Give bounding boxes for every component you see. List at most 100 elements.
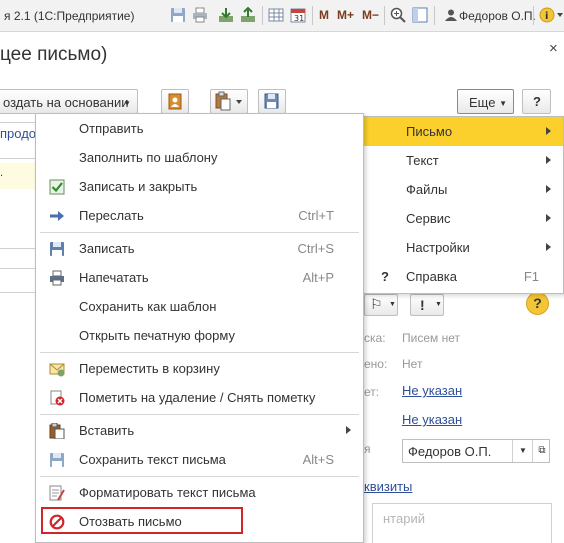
menu-item-label: Отправить	[79, 121, 144, 136]
upload-icon[interactable]	[240, 6, 256, 23]
table-icon[interactable]	[268, 7, 284, 23]
save-icon[interactable]	[170, 7, 186, 23]
paste-icon	[215, 91, 242, 111]
menu-item-save-template[interactable]: Сохранить как шаблон	[36, 292, 363, 321]
menu-item-mark-delete[interactable]: Пометить на удаление / Снять пометку	[36, 383, 363, 412]
menu-item-label: Записать	[79, 241, 135, 256]
menu-item-send[interactable]: Отправить	[36, 114, 363, 143]
svg-text:31: 31	[294, 14, 304, 23]
row-text: .	[0, 167, 4, 179]
toolbar-divider	[312, 6, 313, 25]
field-link[interactable]: Не указан	[402, 383, 462, 398]
help-circle-icon[interactable]: ?	[526, 292, 549, 315]
paste-dropdown-button[interactable]	[210, 89, 248, 114]
address-book-icon	[168, 93, 182, 110]
menu-item-move-trash[interactable]: Переместить в корзину	[36, 354, 363, 383]
menu-item-label: Записать и закрыть	[79, 179, 198, 194]
calendar-icon[interactable]: 31	[290, 7, 306, 23]
chevron-down-icon: ▼	[123, 99, 131, 108]
current-user[interactable]: Федоров О.П.	[459, 9, 536, 23]
author-field[interactable]: Федоров О.П. ▼ ⧉	[402, 439, 550, 463]
field-link[interactable]: Не указан	[402, 412, 462, 427]
open-icon[interactable]: ⧉	[532, 440, 551, 462]
shortcut: F1	[523, 269, 539, 284]
menu-item-label: Пометить на удаление / Снять пометку	[79, 390, 316, 405]
category-text[interactable]: Текст	[363, 146, 563, 175]
menu-item-paste[interactable]: Вставить	[36, 416, 363, 445]
address-book-button[interactable]	[161, 89, 189, 114]
category-service[interactable]: Сервис	[363, 204, 563, 233]
chevron-down-icon[interactable]: ▼	[512, 440, 533, 462]
info-icon[interactable]: i	[539, 7, 555, 23]
menu-item-save[interactable]: Записать Ctrl+S	[36, 234, 363, 263]
create-based-on-button[interactable]: оздать на основании ▼	[0, 89, 138, 114]
window-title: я 2.1 (1С:Предприятие)	[4, 9, 135, 23]
submenu-arrow-icon	[546, 214, 551, 222]
chevron-down-icon: ▼	[389, 301, 396, 308]
category-label: Настройки	[406, 240, 470, 255]
field-value: Писем нет	[402, 331, 460, 345]
category-label: Сервис	[406, 211, 451, 226]
menu-item-format-text[interactable]: Форматировать текст письма	[36, 478, 363, 507]
menu-item-forward[interactable]: Переслать Ctrl+T	[36, 201, 363, 230]
toolbar-divider	[384, 6, 385, 25]
category-letter[interactable]: Письмо	[363, 117, 563, 146]
flag-dropdown-button[interactable]: ⚐ ▼	[364, 294, 398, 316]
submenu-arrow-icon	[346, 426, 351, 434]
divider	[0, 268, 40, 269]
importance-icon: !	[420, 297, 425, 313]
create-based-on-label: оздать на основании	[3, 95, 129, 110]
importance-dropdown-button[interactable]: ! ▼	[410, 294, 444, 316]
shortcut: Ctrl+S	[297, 241, 334, 256]
floppy-disk-icon	[49, 241, 65, 257]
toolbar-divider	[262, 6, 263, 25]
menu-item-label: Переслать	[79, 208, 144, 223]
memory-m-button[interactable]: M	[319, 8, 329, 22]
author-value: Федоров О.П.	[408, 444, 492, 459]
category-files[interactable]: Файлы	[363, 175, 563, 204]
field-label: ска:	[364, 331, 386, 345]
menu-item-label: Открыть печатную форму	[79, 328, 235, 343]
menu-item-label: Сохранить как шаблон	[79, 299, 217, 314]
field-label: я	[364, 442, 371, 456]
flag-icon: ⚐	[370, 296, 383, 312]
selected-row[interactable]: .	[0, 163, 36, 189]
save-copy-button[interactable]	[258, 89, 286, 114]
menu-item-label: Напечатать	[79, 270, 149, 285]
field-label: ет:	[364, 385, 380, 399]
letter-menu: Отправить Заполнить по шаблону Записать …	[35, 113, 364, 543]
memory-plus-button[interactable]: M+	[337, 8, 354, 22]
menu-item-save-close[interactable]: Записать и закрыть	[36, 172, 363, 201]
category-help[interactable]: ? Справка F1	[363, 262, 563, 291]
help-button[interactable]: ?	[522, 89, 551, 114]
field-label: ено:	[364, 357, 388, 371]
divider	[0, 248, 40, 249]
toolbar-divider	[434, 6, 435, 25]
move-to-trash-icon	[49, 361, 65, 377]
menu-item-label: Форматировать текст письма	[79, 485, 256, 500]
menu-divider	[40, 414, 359, 415]
menu-item-print[interactable]: Напечатать Alt+P	[36, 263, 363, 292]
category-settings[interactable]: Настройки	[363, 233, 563, 262]
submenu-arrow-icon	[546, 127, 551, 135]
user-icon	[445, 9, 457, 24]
more-label: Еще	[469, 95, 496, 110]
revoke-highlight	[41, 507, 243, 534]
more-button[interactable]: Еще ▼	[457, 89, 514, 114]
chevron-down-icon[interactable]	[557, 13, 563, 17]
chevron-down-icon: ▼	[499, 99, 507, 108]
memory-minus-button[interactable]: M−	[362, 8, 379, 22]
panel-icon[interactable]	[412, 7, 428, 23]
close-icon[interactable]: ×	[549, 40, 558, 57]
download-icon[interactable]	[218, 7, 234, 23]
help-label: ?	[533, 94, 541, 109]
menu-item-save-text[interactable]: Сохранить текст письма Alt+S	[36, 445, 363, 474]
menu-item-label: Вставить	[79, 423, 135, 438]
menu-item-fill-template[interactable]: Заполнить по шаблону	[36, 143, 363, 172]
zoom-icon[interactable]	[390, 7, 406, 23]
proceed-link[interactable]: продо	[0, 126, 36, 141]
print-icon[interactable]	[192, 7, 208, 23]
menu-item-open-print-form[interactable]: Открыть печатную форму	[36, 321, 363, 350]
comment-input[interactable]: нтарий	[372, 503, 552, 543]
requisites-link[interactable]: квизиты	[364, 479, 412, 494]
